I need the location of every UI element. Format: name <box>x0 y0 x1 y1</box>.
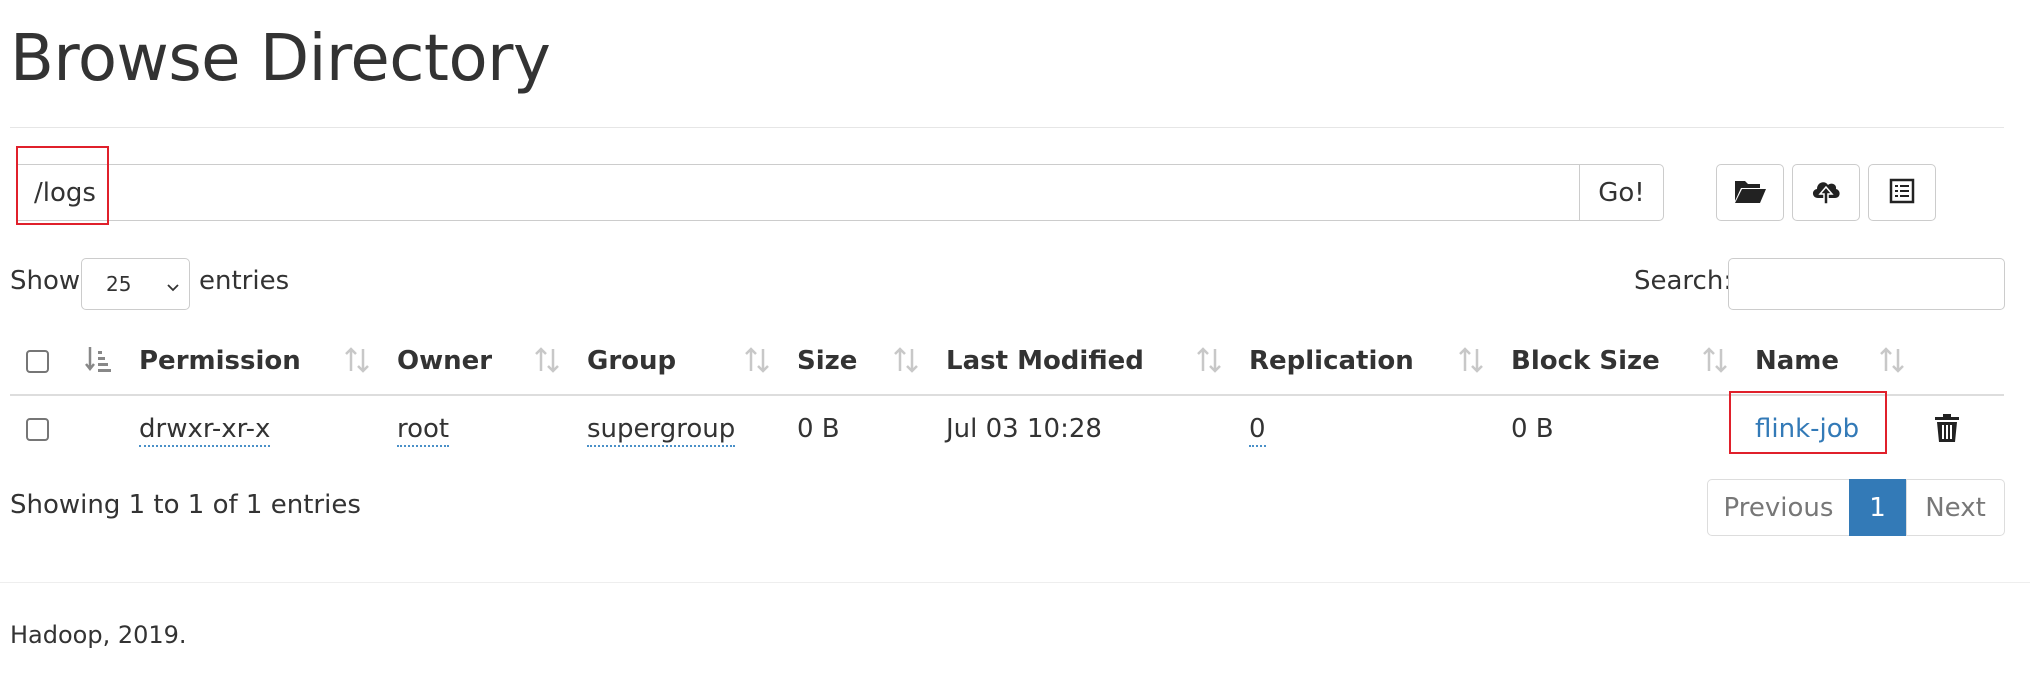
row-select-checkbox[interactable] <box>26 418 49 441</box>
upload-button[interactable] <box>1792 164 1860 221</box>
go-button[interactable]: Go! <box>1579 164 1664 221</box>
pagination-previous[interactable]: Previous <box>1707 479 1850 536</box>
cell-last-modified: Jul 03 10:28 <box>946 414 1102 444</box>
entries-label: entries <box>199 266 290 296</box>
page-title: Browse Directory <box>10 22 551 96</box>
column-header-block-size[interactable]: Block Size <box>1511 346 1660 376</box>
view-list-button[interactable] <box>1868 164 1936 221</box>
title-divider <box>10 127 2004 128</box>
select-all-checkbox[interactable] <box>26 350 49 373</box>
folder-open-icon <box>1733 177 1767 208</box>
show-label: Show <box>10 266 81 296</box>
cell-size: 0 B <box>797 414 840 444</box>
sort-icon[interactable] <box>533 345 561 379</box>
sort-icon[interactable] <box>1195 345 1223 379</box>
cell-replication[interactable]: 0 <box>1249 414 1266 447</box>
sort-icon[interactable] <box>1701 345 1729 379</box>
create-directory-button[interactable] <box>1716 164 1784 221</box>
sort-icon[interactable] <box>743 345 771 379</box>
table-header-divider <box>10 394 2004 396</box>
cell-permission[interactable]: drwxr-xr-x <box>139 414 271 447</box>
sort-icon[interactable] <box>892 345 920 379</box>
sort-icon[interactable] <box>1457 345 1485 379</box>
footer-text: Hadoop, 2019. <box>10 621 187 649</box>
cell-block-size: 0 B <box>1511 414 1554 444</box>
page-length-select[interactable]: 25 <box>81 258 190 310</box>
sort-icon[interactable] <box>1878 345 1906 379</box>
sort-icon[interactable] <box>343 345 371 379</box>
column-header-group[interactable]: Group <box>587 346 676 376</box>
column-header-last-modified[interactable]: Last Modified <box>946 346 1144 376</box>
pagination-next[interactable]: Next <box>1906 479 2005 536</box>
cell-name-link[interactable]: flink-job <box>1755 414 1859 444</box>
pagination-page-1[interactable]: 1 <box>1849 479 1906 536</box>
browse-directory-page: Browse Directory Go! <box>0 0 2030 675</box>
cell-group[interactable]: supergroup <box>587 414 736 447</box>
search-label: Search: <box>1634 266 1733 296</box>
footer-divider <box>0 582 2030 583</box>
sort-active-icon[interactable] <box>85 345 113 379</box>
column-header-permission[interactable]: Permission <box>139 346 301 376</box>
column-header-name[interactable]: Name <box>1755 346 1839 376</box>
cell-owner[interactable]: root <box>397 414 450 447</box>
chevron-down-icon <box>165 276 181 300</box>
cloud-upload-icon <box>1810 176 1842 209</box>
column-header-size[interactable]: Size <box>797 346 857 376</box>
column-header-replication[interactable]: Replication <box>1249 346 1414 376</box>
column-header-owner[interactable]: Owner <box>397 346 492 376</box>
list-icon <box>1889 178 1915 207</box>
table-info: Showing 1 to 1 of 1 entries <box>10 490 361 520</box>
delete-icon[interactable] <box>1934 413 1960 447</box>
page-length-value: 25 <box>106 272 132 296</box>
directory-path-input[interactable] <box>16 164 1579 221</box>
search-input[interactable] <box>1728 258 2005 310</box>
